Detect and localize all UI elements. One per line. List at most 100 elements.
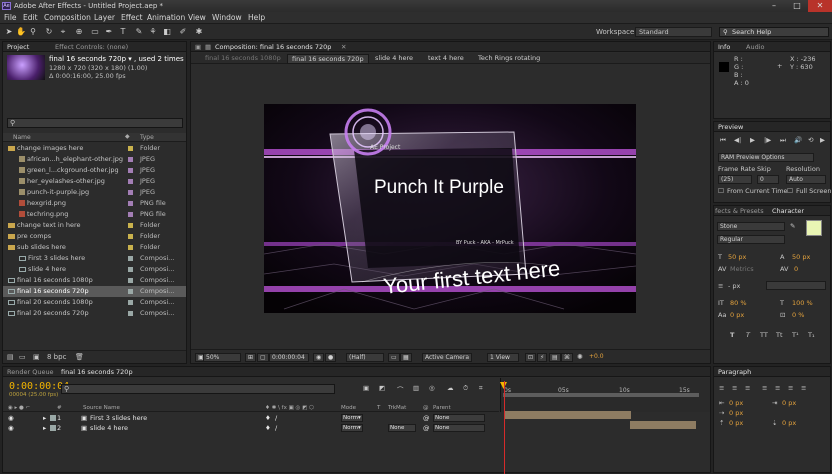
minimize-button[interactable]: – <box>762 0 786 12</box>
flow-tab-slide4[interactable]: slide 4 here <box>371 54 417 62</box>
project-search-input[interactable]: ⚲ <box>7 118 183 128</box>
stroke-order-select[interactable] <box>766 281 826 290</box>
project-item-row[interactable]: pre comps Folder <box>3 231 186 242</box>
label-color-swatch[interactable] <box>128 201 133 206</box>
blend-mode-select[interactable]: Norm▾ <box>341 414 363 422</box>
project-item-row[interactable]: First 3 slides here Composi... <box>3 253 186 264</box>
project-item-row[interactable]: hexgrid.png PNG file <box>3 198 186 209</box>
col-type-header[interactable]: Type <box>140 134 154 141</box>
toggle-pixel-aspect-icon[interactable]: ⊡ <box>525 353 537 362</box>
project-item-row[interactable]: slide 4 here Composi... <box>3 264 186 275</box>
bpc-toggle[interactable]: 8 bpc <box>47 353 66 361</box>
flow-tab-text4[interactable]: text 4 here <box>424 54 468 62</box>
full-screen-checkbox[interactable]: ☐ <box>787 187 793 195</box>
label-color-swatch[interactable] <box>128 168 133 173</box>
menu-edit[interactable]: Edit <box>23 13 38 22</box>
tab-info[interactable]: Info <box>718 43 730 51</box>
project-item-row[interactable]: change text in here Folder <box>3 220 186 231</box>
space-before-value[interactable]: 0 px <box>729 419 743 427</box>
vertical-scale-value[interactable]: 80 % <box>730 299 747 307</box>
tab-character[interactable]: Character <box>772 207 804 215</box>
indent-right-value[interactable]: 0 px <box>782 399 796 407</box>
trash-icon[interactable]: 🗑 <box>75 353 84 361</box>
brush-tool-icon[interactable]: ✎ <box>134 27 144 37</box>
new-folder-icon[interactable]: ▭ <box>19 353 26 361</box>
brainstorm-icon[interactable]: ☁ <box>447 384 454 392</box>
current-time-indicator[interactable] <box>504 381 505 474</box>
camera-view-select[interactable]: Active Camera <box>422 353 472 362</box>
project-item-row[interactable]: techring.png PNG file <box>3 209 186 220</box>
col-parent-header[interactable]: Parent <box>433 405 451 411</box>
project-item-row[interactable]: green_l...ckground-other.jpg JPEG <box>3 165 186 176</box>
close-button[interactable]: ✕ <box>808 0 832 12</box>
ram-preview-icon[interactable]: ▶ <box>820 136 825 144</box>
comp-mini-flowchart-icon[interactable]: ▣ <box>363 384 369 392</box>
puppet-tool-icon[interactable]: ✱ <box>194 27 204 37</box>
label-color-swatch[interactable] <box>50 415 56 421</box>
label-color-swatch[interactable] <box>128 245 133 250</box>
play-icon[interactable]: ▶ <box>750 136 755 144</box>
shy-switch-icon[interactable]: ♦ <box>265 413 271 423</box>
tab-timeline-comp[interactable]: final 16 seconds 720p <box>61 368 133 376</box>
space-after-value[interactable]: 0 px <box>782 419 796 427</box>
pan-behind-tool-icon[interactable]: ⊕ <box>74 27 84 37</box>
tab-paragraph[interactable]: Paragraph <box>718 368 751 376</box>
pickwhip-icon[interactable]: @ <box>423 413 430 423</box>
tab-effect-controls[interactable]: Effect Controls: (none) <box>55 43 128 51</box>
eye-icon[interactable]: ◉ <box>8 423 14 433</box>
ram-preview-options-select[interactable]: RAM Preview Options <box>718 153 814 162</box>
justify-center-icon[interactable]: ≡ <box>775 384 780 392</box>
safe-margins-icon[interactable]: ⊞ <box>245 353 257 362</box>
hide-shy-layers-icon[interactable]: ⌒ <box>397 384 404 394</box>
flow-tab-720p[interactable]: final 16 seconds 720p <box>287 54 369 64</box>
mask-visibility-icon[interactable]: ▢ <box>257 353 269 362</box>
tracking-value[interactable]: 0 <box>794 265 798 273</box>
label-color-swatch[interactable] <box>128 256 133 261</box>
rotate-tool-icon[interactable]: ↻ <box>44 27 54 37</box>
kerning-value[interactable]: Metrics <box>730 265 754 273</box>
new-comp-icon[interactable]: ▣ <box>33 353 40 361</box>
timeline-icon[interactable]: ▤ <box>549 353 561 362</box>
project-item-row[interactable]: her_eyelashes-other.jpg JPEG <box>3 176 186 187</box>
eye-icon[interactable]: ◉ <box>8 413 14 423</box>
menu-help[interactable]: Help <box>248 13 265 22</box>
motion-blur-icon[interactable]: ◎ <box>429 384 435 392</box>
parent-select[interactable]: None <box>433 414 485 422</box>
expand-arrow-icon[interactable]: ▸ <box>43 413 46 423</box>
frame-blending-icon[interactable]: ▥ <box>413 384 419 392</box>
tsume-value[interactable]: 0 % <box>792 311 804 319</box>
tab-composition[interactable]: Composition: final 16 seconds 720p <box>215 43 331 51</box>
exposure-icon[interactable]: ✺ <box>577 353 583 361</box>
expand-arrow-icon[interactable]: ▸ <box>43 423 46 433</box>
draft-3d-icon[interactable]: ◩ <box>379 384 385 392</box>
project-item-row[interactable]: final 20 seconds 720p Composi... <box>3 308 186 319</box>
align-left-icon[interactable]: ≡ <box>719 384 724 392</box>
rectangle-mask-tool-icon[interactable]: ▭ <box>90 27 100 37</box>
first-line-indent-value[interactable]: 0 px <box>729 409 743 417</box>
next-frame-icon[interactable]: |▶ <box>764 136 771 144</box>
type-tool-icon[interactable]: T <box>118 27 128 37</box>
label-color-swatch[interactable] <box>128 278 133 283</box>
menu-animation[interactable]: Animation <box>147 13 185 22</box>
interpret-footage-icon[interactable]: ▤ <box>7 353 14 361</box>
label-color-swatch[interactable] <box>128 267 133 272</box>
project-item-row[interactable]: change images here Folder <box>3 143 186 154</box>
horizontal-scale-value[interactable]: 100 % <box>792 299 813 307</box>
col-mode-header[interactable]: Mode <box>341 405 356 411</box>
fast-previews-icon[interactable]: ⚡ <box>537 353 548 362</box>
track-matte-select[interactable]: None <box>388 424 416 432</box>
prev-frame-icon[interactable]: ◀| <box>734 136 741 144</box>
project-item-row[interactable]: final 20 seconds 1080p Composi... <box>3 297 186 308</box>
subscript-button[interactable]: T₁ <box>808 331 815 339</box>
label-color-swatch[interactable] <box>128 157 133 162</box>
label-color-swatch[interactable] <box>128 289 133 294</box>
exposure-value[interactable]: +0.0 <box>589 353 604 360</box>
layer-name[interactable]: slide 4 here <box>90 423 128 433</box>
superscript-button[interactable]: T¹ <box>792 331 799 339</box>
label-color-swatch[interactable] <box>128 190 133 195</box>
col-source-name-header[interactable]: Source Name <box>83 405 120 411</box>
flow-tab-tech-rings[interactable]: Tech Rings rotating <box>474 54 544 62</box>
label-color-swatch[interactable] <box>128 300 133 305</box>
tab-effects-presets[interactable]: fects & Presets <box>715 207 764 215</box>
first-frame-icon[interactable]: ⏮ <box>720 136 726 145</box>
